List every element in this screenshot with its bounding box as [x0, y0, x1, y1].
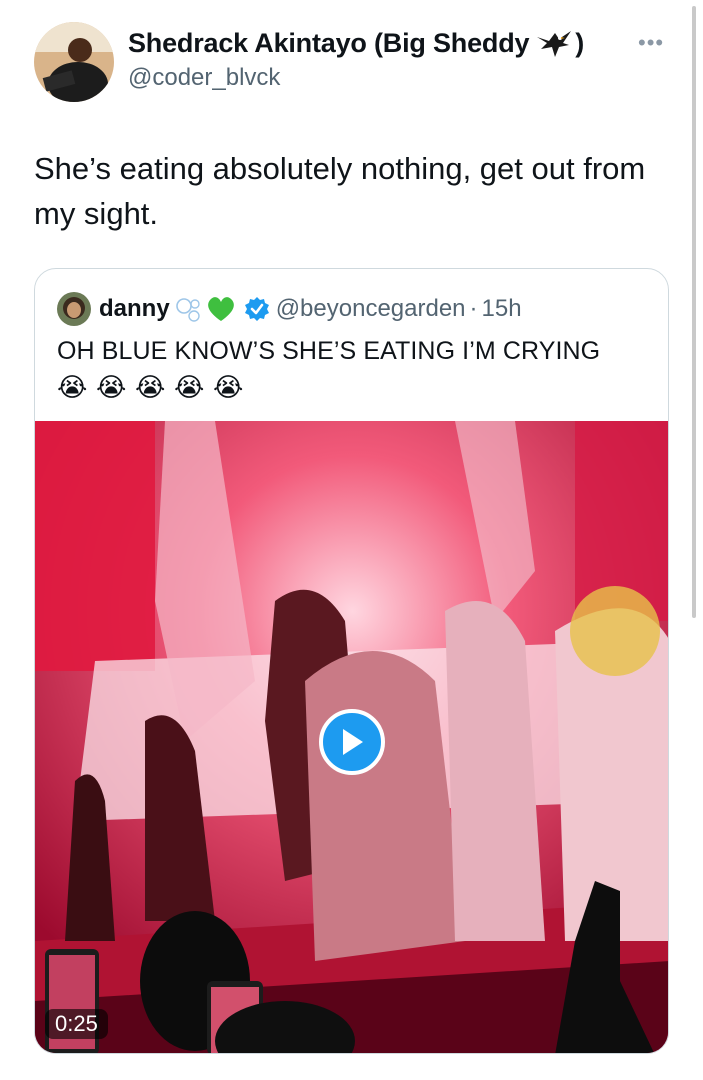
bubbles-icon [173, 294, 203, 324]
green-heart-icon [206, 295, 236, 323]
author-name-text: Shedrack Akintayo (Big Sheddy [128, 28, 530, 58]
eagle-icon [535, 29, 573, 59]
quoted-tweet[interactable]: danny @beyoncegarden · 15h OH BLUE KNOW’… [34, 268, 669, 1054]
crying-emoji: 😭 [135, 372, 166, 402]
quoted-tweet-header: danny @beyoncegarden · 15h [57, 291, 522, 327]
crying-emoji: 😭 [213, 372, 244, 402]
quoted-tweet-time[interactable]: 15h [482, 295, 522, 323]
author-handle[interactable]: @coder_blvck [128, 64, 280, 92]
author-name[interactable]: Shedrack Akintayo (Big Sheddy ) [128, 28, 584, 59]
author-name-close: ) [575, 28, 585, 58]
crying-emoji: 😭 [174, 372, 205, 402]
crying-emoji: 😭 [57, 372, 88, 402]
author-avatar[interactable] [34, 22, 114, 102]
tweet-text: She’s eating absolutely nothing, get out… [34, 151, 646, 231]
verified-badge-icon [244, 296, 270, 322]
quoted-author-avatar[interactable] [57, 292, 91, 326]
more-horizontal-icon[interactable]: ••• [638, 30, 664, 56]
quoted-tweet-emojis: 😭 😭 😭 😭 😭 [57, 371, 246, 403]
quoted-author-name[interactable]: danny [99, 295, 170, 323]
quoted-author-handle[interactable]: @beyoncegarden [276, 295, 466, 323]
quoted-tweet-text: OH BLUE KNOW’S SHE’S EATING I’M CRYING [57, 337, 601, 365]
play-icon [343, 729, 363, 755]
crying-emoji: 😭 [96, 372, 127, 402]
tweet: Shedrack Akintayo (Big Sheddy ) @coder_b… [0, 0, 703, 1080]
separator-dot: · [469, 295, 478, 322]
play-button[interactable] [319, 709, 385, 775]
video-duration: 0:25 [45, 1009, 108, 1039]
video-player[interactable]: 0:25 [35, 421, 668, 1053]
